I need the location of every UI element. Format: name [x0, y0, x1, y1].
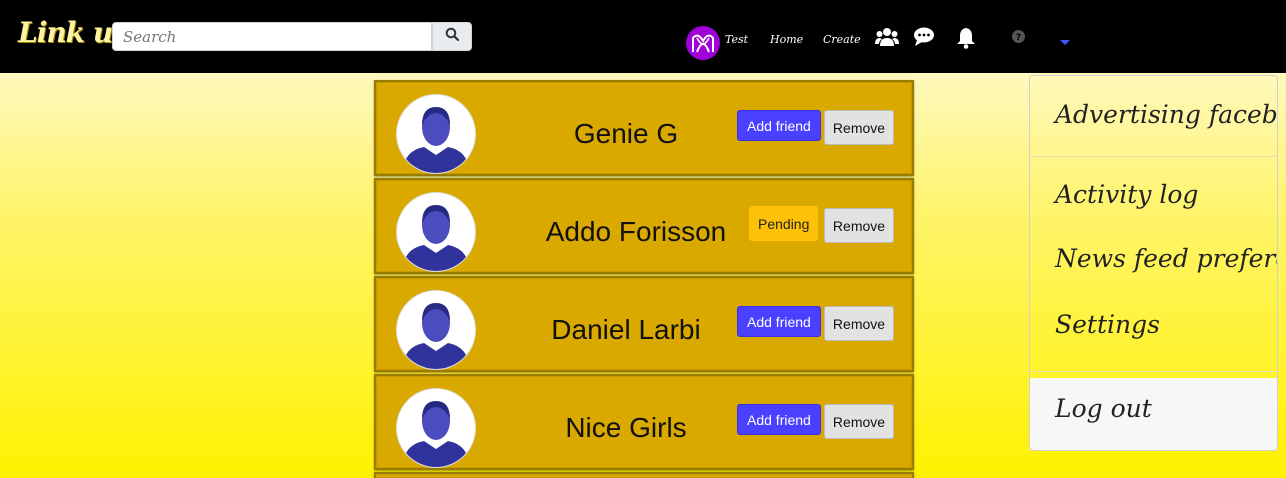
avatar[interactable] — [396, 192, 476, 272]
remove-button[interactable]: Remove — [824, 404, 894, 439]
menu-divider — [1030, 371, 1277, 372]
avatar[interactable] — [396, 388, 476, 468]
top-navbar: Link up Test Home Create ? — [0, 0, 1286, 73]
caret-down-icon[interactable] — [1060, 33, 1070, 51]
menu-item-advertising[interactable]: Advertising facebook — [1055, 100, 1277, 129]
nav-home-link[interactable]: Home — [770, 33, 803, 46]
friend-card: Daniel Larbi Add friend Remove — [374, 276, 914, 372]
bell-icon[interactable] — [956, 27, 976, 54]
avatar[interactable] — [396, 94, 476, 174]
menu-item-news-feed-preferences[interactable]: News feed preferences — [1055, 244, 1277, 273]
avatar[interactable] — [396, 290, 476, 370]
search-input[interactable] — [112, 22, 432, 51]
menu-divider — [1030, 156, 1277, 157]
menu-item-settings[interactable]: Settings — [1055, 310, 1160, 339]
search-icon — [445, 27, 460, 46]
add-friend-button[interactable]: Add friend — [737, 404, 821, 435]
nav-profile-link[interactable]: Test — [725, 33, 748, 46]
pending-button[interactable]: Pending — [749, 206, 819, 241]
friend-card-partial — [374, 472, 914, 478]
person-avatar-icon — [403, 401, 469, 467]
users-icon[interactable] — [875, 27, 899, 52]
remove-button[interactable]: Remove — [824, 110, 894, 145]
add-friend-button[interactable]: Add friend — [737, 306, 821, 337]
friend-card: Nice Girls Add friend Remove — [374, 374, 914, 470]
friend-name[interactable]: Genie G — [496, 118, 756, 150]
profile-logo-icon — [692, 34, 714, 53]
friend-card: Addo Forisson Pending Remove — [374, 178, 914, 274]
friend-name[interactable]: Nice Girls — [496, 412, 756, 444]
remove-button[interactable]: Remove — [824, 306, 894, 341]
search-button[interactable] — [432, 22, 472, 51]
person-avatar-icon — [403, 107, 469, 173]
remove-button[interactable]: Remove — [824, 208, 894, 243]
friend-card: Genie G Add friend Remove — [374, 80, 914, 176]
help-icon[interactable]: ? — [1012, 30, 1025, 48]
nav-create-link[interactable]: Create — [823, 33, 861, 46]
menu-item-activity-log[interactable]: Activity log — [1055, 180, 1198, 209]
svg-text:?: ? — [1016, 33, 1021, 43]
menu-item-log-out[interactable]: Log out — [1055, 394, 1152, 423]
friend-name[interactable]: Addo Forisson — [506, 216, 766, 248]
friend-name[interactable]: Daniel Larbi — [496, 314, 756, 346]
person-avatar-icon — [403, 205, 469, 271]
account-dropdown-menu: Advertising facebook Activity log News f… — [1029, 75, 1278, 451]
person-avatar-icon — [403, 303, 469, 369]
add-friend-button[interactable]: Add friend — [737, 110, 821, 141]
profile-avatar[interactable] — [686, 26, 720, 60]
chat-icon[interactable] — [913, 27, 935, 52]
